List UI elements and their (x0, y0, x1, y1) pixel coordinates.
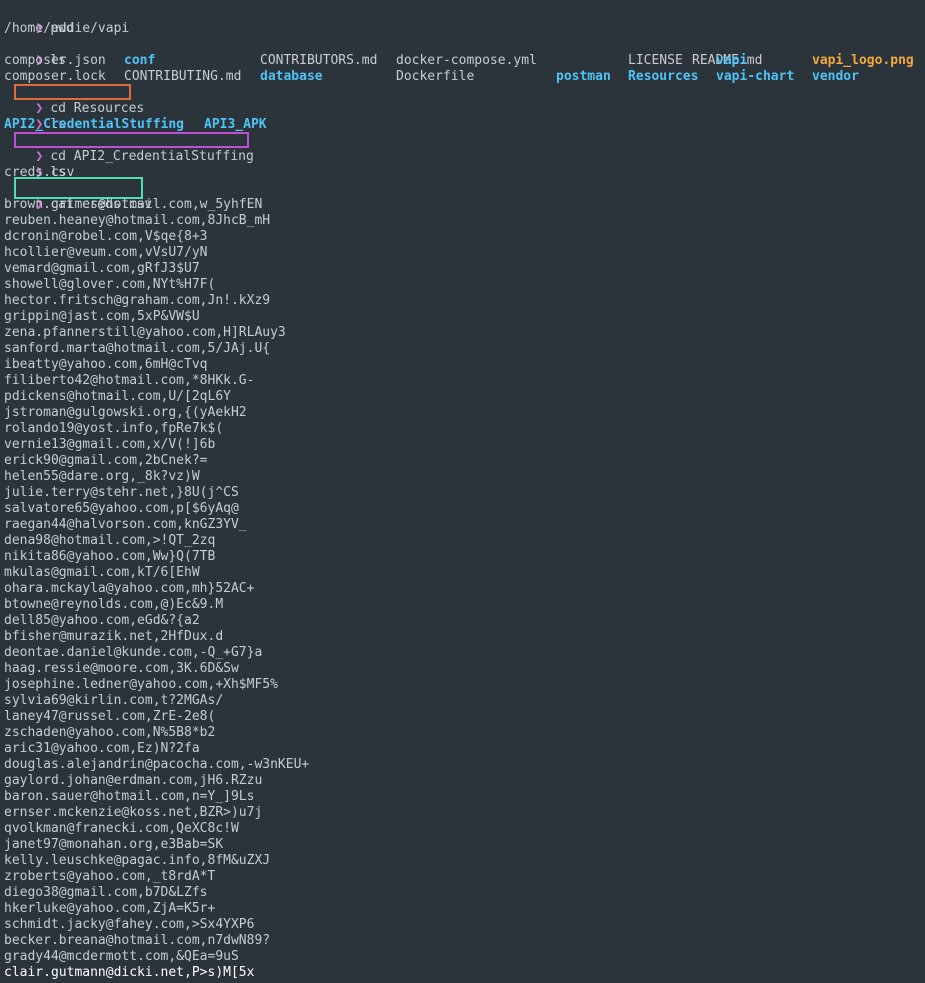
credential-line: dcronin@robel.com,V$qe{8+3 (4, 229, 208, 244)
credential-line: laney47@russel.com,ZrE-2e8( (4, 709, 216, 724)
prompt-line-cat: ❯ cat creds.csv (4, 177, 925, 212)
highlight-box-orange (14, 84, 131, 100)
credential-line: douglas.alejandrin@pacocha.com,-w3nKEU+ (4, 757, 310, 772)
ls-entry-file: LICENSE (628, 53, 683, 68)
credential-line: ibeatty@yahoo.com,6mH@cTvq (4, 357, 208, 372)
credential-line: gaylord.johan@erdman.com,jH6.RZzu (4, 773, 263, 788)
credential-line: ernser.mckenzie@koss.net,BZR>)u7j (4, 805, 263, 820)
credential-line: ohara.mckayla@yahoo.com,mh}52AC+ (4, 581, 255, 596)
credential-line: sylvia69@kirlin.com,t?2MGAs/ (4, 693, 224, 708)
ls-entry-directory: postman (556, 69, 611, 84)
credential-line: dell85@yahoo.com,eGd&?{a2 (4, 613, 200, 628)
credential-line: hcollier@veum.com,vVsU7/yN (4, 245, 208, 260)
credential-line: brown.grimes@hotmail.com,w_5yhfEN (4, 197, 263, 212)
credential-line: showell@glover.com,NYt%H7F( (4, 277, 216, 292)
credential-line: grippin@jast.com,5xP&VW$U (4, 309, 200, 324)
credential-line: zschaden@yahoo.com,N%5B8*b2 (4, 725, 216, 740)
credential-line: rolando19@yost.info,fpRe7k$( (4, 421, 224, 436)
ls-output-file: creds.csv (4, 165, 75, 180)
credential-line: hkerluke@yahoo.com,ZjA=K5r+ (4, 901, 216, 916)
credential-line: vernie13@gmail.com,x/V(!]6b (4, 437, 216, 452)
credential-line: btowne@reynolds.com,@)Ec&9.M (4, 597, 224, 612)
credential-line: aric31@yahoo.com,Ez)N?2fa (4, 741, 200, 756)
pwd-output: /home/eddie/vapi (4, 21, 130, 36)
credential-line: sanford.marta@hotmail.com,5/JAj.U{ (4, 341, 271, 356)
credential-line: clair.gutmann@dicki.net,P>s)M[5x (4, 965, 255, 980)
credential-line: zroberts@yahoo.com,_t8rdA*T (4, 869, 216, 884)
credential-line: diego38@gmail.com,b7D&LZfs (4, 885, 208, 900)
prompt-line-ls: ❯ ls (4, 37, 925, 68)
prompt-line-pwd: ❯ pwd (4, 5, 925, 36)
credential-line: mkulas@gmail.com,kT/6[EhW (4, 565, 200, 580)
ls-entry-file: composer.lock (4, 69, 106, 84)
ls-entry-file: docker-compose.yml (396, 53, 537, 68)
prompt-line-ls: ❯ ls (4, 101, 925, 132)
credential-line: kelly.leuschke@pagac.info,8fM&uZXJ (4, 853, 271, 868)
credential-line: raegan44@halvorson.com,knGZ3YV_ (4, 517, 247, 532)
credential-line: filiberto42@hotmail.com,*8HKk.G- (4, 373, 255, 388)
ls-output-row: API2_CredentialStuffing API3_APK (4, 117, 925, 133)
credential-line: haag.ressie@moore.com,3K.6D&Sw (4, 661, 239, 676)
credential-line: bfisher@murazik.net,2HfDux.d (4, 629, 224, 644)
credential-line: becker.breana@hotmail.com,n7dwN89? (4, 933, 271, 948)
ls-entry-image-file: vapi_logo.png (812, 53, 914, 68)
credential-line: janet97@monahan.org,e3Bab=SK (4, 837, 224, 852)
prompt-line-cd-resources: ❯ cd Resources (4, 84, 925, 116)
credential-line: pdickens@hotmail.com,U/[2qL6Y (4, 389, 231, 404)
credential-line: deontae.daniel@kunde.com,-Q_+G7}a (4, 645, 263, 660)
credential-line: julie.terry@stehr.net,}8U(j^CS (4, 485, 239, 500)
ls-entry-directory: vapi-chart (716, 69, 795, 84)
credential-line: hector.fritsch@graham.com,Jn!.kXz9 (4, 293, 271, 308)
ls-entry-directory: database (260, 69, 323, 84)
credential-line: helen55@dare.org,_8k?vz)W (4, 469, 200, 484)
ls-entry-file: CONTRIBUTORS.md (260, 53, 378, 68)
credential-line: zena.pfannerstill@yahoo.com,H]RLAuy3 (4, 325, 286, 340)
ls-entry-file: CONTRIBUTING.md (124, 69, 242, 84)
credential-line: qvolkman@franecki.com,QeXC8c!W (4, 821, 239, 836)
highlight-box-magenta (14, 132, 249, 148)
ls-entry-file: composer.json (4, 53, 106, 68)
ls-entry-directory: vapi (716, 53, 748, 68)
credential-line: josephine.ledner@yahoo.com,+Xh$MF5% (4, 677, 278, 692)
credential-line: vemard@gmail.com,gRfJ3$U7 (4, 261, 200, 276)
ls-entry-directory: conf (124, 53, 156, 68)
ls-entry-file: Dockerfile (396, 69, 475, 84)
credential-line: grady44@mcdermott.com,&QEa=9uS (4, 949, 239, 964)
ls-output-row: composer.lock CONTRIBUTING.md database D… (4, 69, 925, 85)
ls-output-row: composer.json conf CONTRIBUTORS.md docke… (4, 53, 925, 69)
credential-line: erick90@gmail.com,2bCnek?= (4, 453, 208, 468)
terminal-window[interactable]: ❯ pwd /home/eddie/vapi ❯ ls composer.json … (4, 5, 925, 981)
ls-entry-directory: Resources (628, 69, 699, 84)
credential-line: nikita86@yahoo.com,Ww}Q(7TB (4, 549, 216, 564)
credential-line: jstroman@gulgowski.org,{(yAekH2 (4, 405, 247, 420)
ls-entry-directory: vendor (812, 69, 859, 84)
highlight-box-teal (14, 177, 143, 199)
credential-line: schmidt.jacky@fahey.com,>Sx4YXP6 (4, 917, 255, 932)
credential-line: reuben.heaney@hotmail.com,8JhcB_mH (4, 213, 271, 228)
credentials-output: brown.grimes@hotmail.com,w_5yhfEN reuben.… (4, 197, 925, 981)
credential-line: baron.sauer@hotmail.com,n=Y_]9Ls (4, 789, 255, 804)
credential-line: dena98@hotmail.com,>!QT_2zq (4, 533, 216, 548)
credential-line: salvatore65@yahoo.com,p[$6yAq@ (4, 501, 239, 516)
prompt-line-ls: ❯ ls (4, 149, 925, 180)
ls-entry-directory: API3_APK (204, 117, 267, 132)
prompt-line-cd-api2: ❯ cd API2_CredentialStuffing (4, 132, 925, 164)
ls-entry-directory: API2_CredentialStuffing (4, 117, 185, 132)
